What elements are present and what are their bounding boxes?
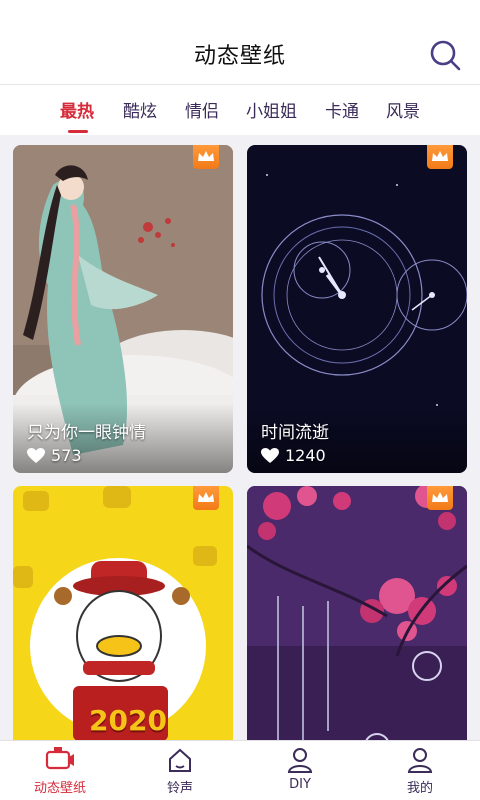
tab-cool[interactable]: 酷炫 [123, 97, 157, 122]
wallpaper-grid: 只为你一眼钟情 573 时间流逝 1240 2020 [0, 135, 480, 740]
premium-crown-icon [193, 145, 219, 169]
wallpaper-thumbnail [247, 486, 467, 740]
nav-mine[interactable]: 我的 [360, 741, 480, 800]
wallpaper-art-text: 2020 [89, 704, 167, 737]
likes-count: 1240 [285, 446, 326, 465]
header: 动态壁纸 [0, 0, 480, 85]
person-icon [287, 748, 313, 773]
app-root: 动态壁纸 最热 酷炫 情侣 小姐姐 卡通 风景 只为你一眼钟情 573 时间流逝… [0, 0, 480, 800]
tab-girls[interactable]: 小姐姐 [246, 97, 297, 122]
nav-ringtone[interactable]: 铃声 [120, 741, 240, 800]
wallpaper-thumbnail [13, 486, 233, 740]
search-icon [430, 40, 461, 71]
tab-couple[interactable]: 情侣 [185, 97, 219, 122]
active-tab-indicator [68, 130, 88, 133]
nav-live-wallpaper[interactable]: 动态壁纸 [0, 741, 120, 800]
nav-label: 铃声 [166, 781, 193, 796]
tab-cartoon[interactable]: 卡通 [325, 97, 359, 122]
heart-icon [27, 447, 45, 463]
wallpaper-card[interactable] [247, 486, 467, 740]
tab-scenery[interactable]: 风景 [386, 97, 420, 122]
home-icon [169, 748, 191, 772]
category-tabs: 最热 酷炫 情侣 小姐姐 卡通 风景 [0, 85, 480, 135]
search-button[interactable] [428, 38, 462, 72]
premium-crown-icon [427, 145, 453, 169]
wallpaper-title: 只为你一眼钟情 [27, 423, 146, 443]
wallpaper-card[interactable]: 只为你一眼钟情 573 [13, 145, 233, 473]
wallpaper-card[interactable]: 时间流逝 1240 [247, 145, 467, 473]
nav-label: 动态壁纸 [33, 781, 86, 796]
likes-count: 573 [51, 446, 82, 465]
premium-crown-icon [427, 486, 453, 510]
page-title: 动态壁纸 [193, 44, 286, 69]
bottom-navigation: 动态壁纸 铃声 DIY 我的 [0, 740, 480, 800]
wallpaper-title: 时间流逝 [261, 423, 329, 443]
nav-diy[interactable]: DIY [240, 741, 360, 800]
tab-hot[interactable]: 最热 [60, 97, 94, 122]
wallpaper-card[interactable]: 2020 [13, 486, 233, 740]
heart-icon [261, 447, 279, 463]
wallpaper-likes: 1240 [261, 446, 326, 465]
person-icon [407, 748, 433, 773]
wallpaper-likes: 573 [27, 446, 82, 465]
nav-label: DIY [289, 777, 311, 792]
nav-label: 我的 [406, 781, 433, 796]
video-icon [45, 747, 74, 770]
premium-crown-icon [193, 486, 219, 510]
